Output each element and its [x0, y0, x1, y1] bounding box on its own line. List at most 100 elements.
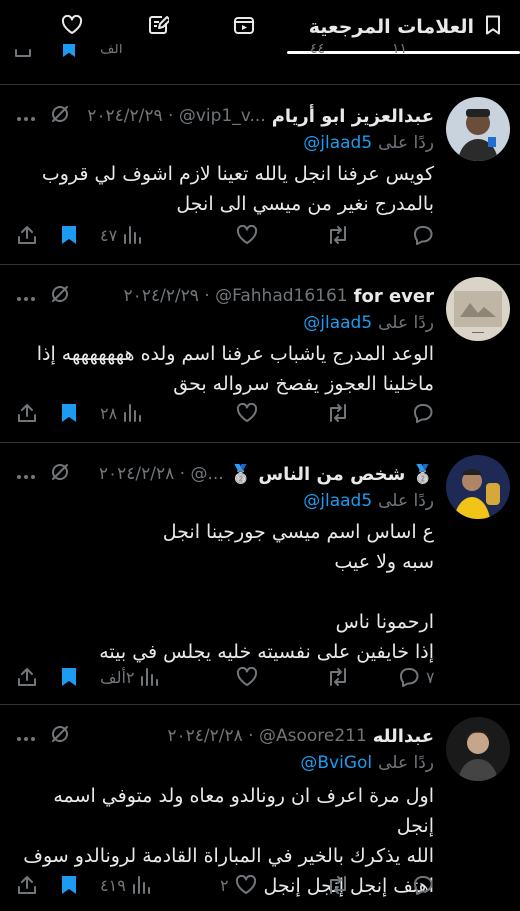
like-button[interactable]	[236, 219, 264, 251]
tweet-text-line: الله يذكرك بالخير في المباراة القادمة لر…	[23, 845, 434, 867]
tweet-text-line: اول مرة اعرف ان رونالدو معاه ولد متوفي ا…	[53, 785, 434, 837]
like-button[interactable]: ٢	[220, 869, 257, 901]
reply-context: ردًا على @jlaad5	[303, 491, 434, 511]
tweet-tools	[16, 462, 70, 486]
repost-icon	[326, 403, 350, 423]
share-button[interactable]	[16, 869, 38, 901]
repost-icon	[326, 225, 350, 245]
share-icon	[16, 402, 38, 424]
svg-text:ـــــ: ـــــ	[471, 326, 484, 335]
like-count: ٢	[220, 875, 229, 895]
reply-mention-link[interactable]: @BviGol	[300, 753, 372, 773]
tweet-meta: 🥈 شخص من الناس 🥈 @... · ٢٠٢٤/٢/٢٨	[16, 461, 434, 487]
like-button[interactable]	[236, 397, 264, 429]
reply-mention-link[interactable]: @jlaad5	[303, 133, 372, 153]
views-label: الف	[100, 44, 123, 57]
repost-button[interactable]	[326, 869, 356, 901]
reply-prefix: ردًا على	[378, 753, 434, 773]
views-count: ٢٨	[100, 403, 118, 423]
bookmark-filled-icon	[60, 666, 78, 688]
avatar[interactable]: ـــــ	[446, 277, 510, 341]
views-count[interactable]: الف	[100, 44, 123, 60]
tweet-meta: عبدالله @Asoore211 · ٢٠٢٤/٢/٢٨	[16, 723, 434, 749]
repost-icon	[326, 875, 350, 895]
views-button[interactable]: ٢٨	[100, 397, 142, 429]
more-icon[interactable]	[16, 287, 36, 306]
share-button[interactable]	[16, 661, 38, 693]
views-icon	[123, 403, 142, 423]
tweet-text-line: سبه ولا عيب	[334, 551, 434, 573]
reply-count: ١١	[392, 44, 408, 57]
views-button[interactable]: ٤١٩	[100, 869, 150, 901]
author-handle[interactable]: @vip1_v...	[179, 106, 266, 126]
bookmark-button[interactable]	[60, 219, 78, 251]
tweet-date-value: ٢٠٢٤/٢/٢٨	[98, 464, 175, 484]
more-icon[interactable]	[16, 727, 36, 746]
tweet-date-value: ٢٠٢٤/٢/٢٨	[167, 726, 243, 746]
share-button[interactable]	[14, 44, 32, 60]
avatar[interactable]	[446, 97, 510, 161]
bookmark-button[interactable]	[60, 44, 78, 60]
author-name[interactable]: for ever	[354, 286, 434, 307]
reply-mention-link[interactable]: @jlaad5	[303, 313, 372, 333]
views-count: ٤٧	[100, 225, 118, 245]
tweet-card[interactable]: عبدالله @Asoore211 · ٢٠٢٤/٢/٢٨ ردًا على @…	[0, 704, 520, 911]
tweet-date: · ٢٠٢٤/٢/٢٩	[87, 106, 179, 126]
reply-context: ردًا على @BviGol	[300, 753, 434, 773]
reply-button[interactable]	[412, 397, 440, 429]
tweet-card[interactable]: 🥈 شخص من الناس 🥈 @... · ٢٠٢٤/٢/٢٨ ردًا ع…	[0, 442, 520, 704]
views-count: ٢ألف	[100, 667, 135, 687]
reply-mention-link[interactable]: @jlaad5	[303, 491, 372, 511]
views-icon	[123, 225, 142, 245]
repost-button[interactable]	[326, 219, 356, 251]
repost-count: ٤٤	[310, 44, 326, 57]
muted-icon[interactable]	[50, 104, 70, 128]
avatar[interactable]	[446, 455, 510, 519]
reply-button[interactable]	[412, 869, 440, 901]
muted-icon[interactable]	[50, 462, 70, 486]
avatar[interactable]	[446, 717, 510, 781]
muted-icon[interactable]	[50, 724, 70, 748]
author-name[interactable]: عبدالله	[373, 726, 434, 747]
reply-icon	[412, 874, 434, 896]
more-icon[interactable]	[16, 465, 36, 484]
author-handle[interactable]: @Fahhad16161	[215, 286, 347, 306]
bookmark-button[interactable]	[60, 397, 78, 429]
views-icon	[140, 667, 159, 687]
tweet-text: كويس عرفنا انجل يالله تعينا لازم اشوف لي…	[14, 159, 434, 219]
like-button[interactable]	[236, 661, 264, 693]
muted-icon[interactable]	[50, 284, 70, 308]
repost-button[interactable]	[326, 661, 356, 693]
tweet-text: الوعد المدرج ياشباب عرفنا اسم ولده ههههه…	[14, 339, 434, 399]
tweet-actions: ٢ألف ٧	[8, 661, 435, 693]
tweet-date-value: ٢٠٢٤/٢/٢٩	[87, 106, 163, 126]
tweet-text: ع اساس اسم ميسي جورجينا انجل سبه ولا عيب…	[14, 517, 434, 667]
author-name[interactable]: 🥈 شخص من الناس 🥈	[230, 464, 434, 485]
reply-button[interactable]: ١١	[392, 44, 407, 60]
repost-button[interactable]: ٤٤	[310, 44, 325, 60]
reply-icon	[412, 224, 434, 246]
bookmark-button[interactable]	[60, 869, 78, 901]
reply-button[interactable]: ٧	[398, 661, 435, 693]
tweet-tools	[16, 104, 70, 128]
more-icon[interactable]	[16, 107, 36, 126]
bookmark-button[interactable]	[60, 661, 78, 693]
tweet-text-line: ع اساس اسم ميسي جورجينا انجل	[162, 521, 434, 543]
reply-count: ٧	[426, 667, 435, 687]
author-name[interactable]: عبدالعزيز ابو أريام	[272, 106, 434, 127]
reply-icon	[398, 666, 420, 688]
share-button[interactable]	[16, 219, 38, 251]
repost-button[interactable]	[326, 397, 356, 429]
views-button[interactable]: ٤٧	[100, 219, 142, 251]
tweet-card[interactable]: ـــــ for ever @Fahhad16161 · ٢٠٢٤/٢/٢٩ …	[0, 264, 520, 442]
views-button[interactable]: ٢ألف	[100, 661, 159, 693]
heart-icon	[235, 875, 257, 895]
reply-prefix: ردًا على	[378, 491, 434, 511]
share-button[interactable]	[16, 397, 38, 429]
tweet-card[interactable]: عبدالعزيز ابو أريام @vip1_v... · ٢٠٢٤/٢/…	[0, 84, 520, 264]
previous-tweet-actions: الف ٤٤ ١١	[0, 44, 520, 66]
author-handle[interactable]: @Asoore211	[259, 726, 367, 746]
views-count: ٤١٩	[100, 875, 126, 895]
reply-button[interactable]	[412, 219, 440, 251]
author-handle[interactable]: @...	[190, 464, 223, 484]
